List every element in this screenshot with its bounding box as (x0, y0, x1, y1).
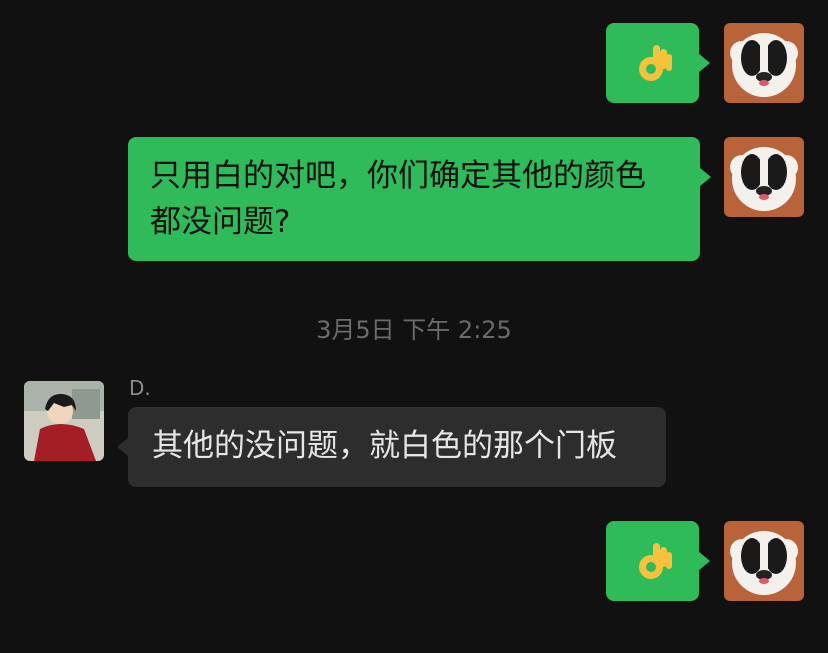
message-text: 其他的没问题，就白色的那个门板 (152, 428, 617, 464)
contact-avatar[interactable] (24, 381, 104, 461)
message-text-line-1: 只用白的对吧，你们确定其他的颜色 (150, 158, 646, 194)
sender-name: D. (129, 376, 151, 400)
self-avatar[interactable] (724, 137, 804, 217)
self-avatar[interactable] (724, 521, 804, 601)
ok-hand-icon (606, 521, 699, 601)
message-text-line-2: 都没问题? (150, 204, 291, 240)
message-bubble-emoji-4[interactable] (606, 521, 710, 601)
message-timestamp: 3月5日 下午 2:25 (316, 316, 512, 344)
dog-avatar (724, 137, 804, 217)
ok-hand-icon (606, 23, 699, 103)
anime-character-avatar (24, 381, 104, 461)
dog-avatar (724, 23, 804, 103)
message-bubble-text-2[interactable]: 只用白的对吧，你们确定其他的颜色 都没问题? (128, 137, 711, 261)
message-bubble-text-3[interactable]: 其他的没问题，就白色的那个门板 (117, 407, 666, 487)
message-bubble-emoji-1[interactable] (606, 23, 710, 103)
dog-avatar (724, 521, 804, 601)
self-avatar[interactable] (724, 23, 804, 103)
